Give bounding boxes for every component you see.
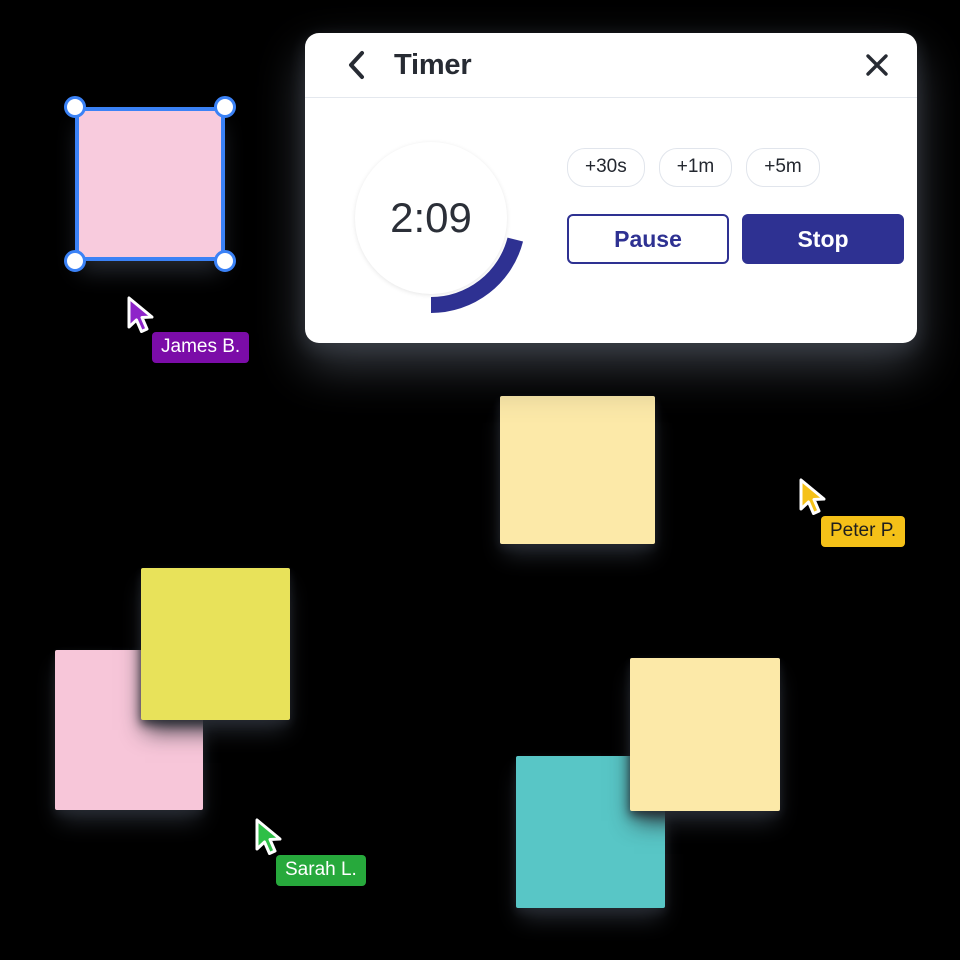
- quick-add-1m-button[interactable]: +1m: [658, 148, 733, 187]
- whiteboard-canvas[interactable]: James B. Peter P. Sarah L. Timer 2:09 +3…: [0, 0, 960, 960]
- dialog-body: 2:09 +30s +1m +5m Pause Stop: [305, 98, 917, 343]
- timer-controls: +30s +1m +5m Pause Stop: [567, 114, 904, 264]
- sticky-note[interactable]: [630, 658, 780, 811]
- cursor-arrow-icon: [799, 478, 826, 515]
- quick-add-30s-button[interactable]: +30s: [567, 148, 645, 187]
- resize-handle-bottom-right[interactable]: [214, 250, 236, 272]
- cursor-name-label: Peter P.: [821, 516, 906, 547]
- dialog-title: Timer: [394, 48, 472, 81]
- close-icon: [866, 54, 888, 76]
- timer-dialog[interactable]: Timer 2:09 +30s +1m +5m Pause Stop: [305, 33, 917, 343]
- timer-progress-ring: 2:09: [333, 120, 529, 316]
- cursor-arrow-icon: [127, 296, 154, 333]
- timer-display: 2:09: [390, 194, 472, 241]
- back-button[interactable]: [341, 50, 371, 80]
- quick-add-5m-button[interactable]: +5m: [746, 148, 820, 187]
- chevron-left-icon: [349, 51, 364, 79]
- close-button[interactable]: [859, 47, 895, 83]
- pause-button[interactable]: Pause: [567, 214, 729, 264]
- cursor-name-label: James B.: [152, 332, 250, 363]
- timer-ring-inner: 2:09: [355, 142, 507, 294]
- sticky-note[interactable]: [141, 568, 290, 720]
- resize-handle-top-right[interactable]: [214, 96, 236, 118]
- dialog-header: Timer: [305, 33, 917, 98]
- cursor-name-label: Sarah L.: [276, 855, 366, 886]
- resize-handle-top-left[interactable]: [64, 96, 86, 118]
- sticky-note-selected[interactable]: [64, 96, 236, 272]
- resize-handle-bottom-left[interactable]: [64, 250, 86, 272]
- stop-button[interactable]: Stop: [742, 214, 904, 264]
- timer-actions-row: Pause Stop: [567, 214, 904, 264]
- quick-add-row: +30s +1m +5m: [567, 148, 904, 187]
- sticky-note[interactable]: [500, 396, 655, 544]
- cursor-arrow-icon: [255, 818, 282, 855]
